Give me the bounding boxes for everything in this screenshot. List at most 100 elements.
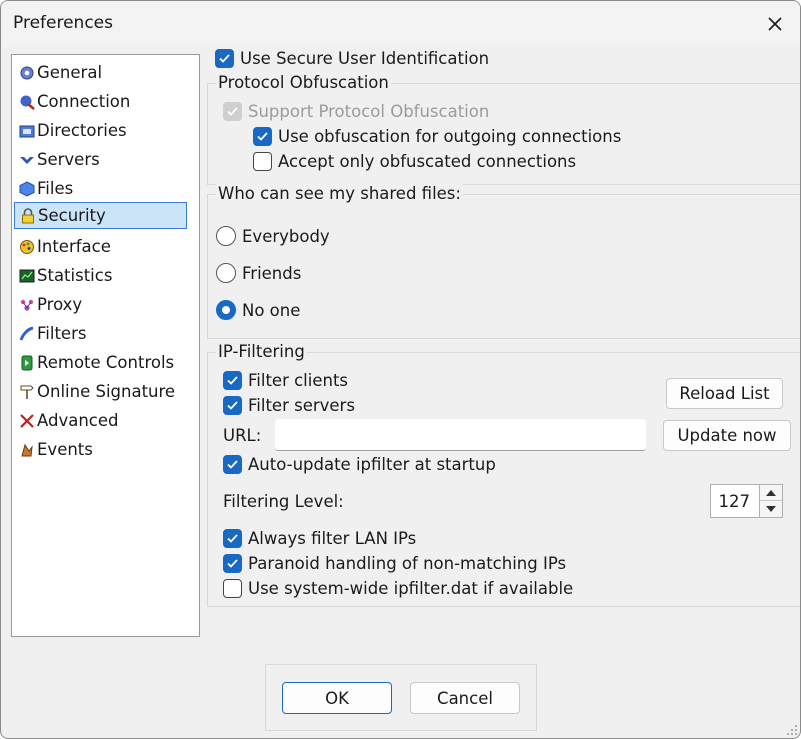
url-label: URL: <box>223 426 262 445</box>
checkbox-unchecked <box>253 152 272 171</box>
nav-label: Events <box>37 440 93 459</box>
nav-item-online-signature[interactable]: Online Signature <box>14 378 187 405</box>
signpost-icon <box>18 383 35 400</box>
connection-icon <box>18 93 35 110</box>
nav-label: Filters <box>37 324 87 343</box>
protocol-obfuscation-title: Protocol Obfuscation <box>216 73 391 92</box>
nav-item-directories[interactable]: Directories <box>14 117 187 144</box>
server-icon <box>18 151 35 168</box>
nav-item-interface[interactable]: Interface <box>14 233 187 260</box>
url-input[interactable] <box>275 419 646 451</box>
spin-down-button[interactable] <box>760 501 782 517</box>
radio-friends[interactable]: Friends <box>216 263 301 283</box>
system-wide-label: Use system-wide ipfilter.dat if availabl… <box>248 579 574 598</box>
nav-label: Proxy <box>37 295 83 314</box>
checkbox-checked <box>223 396 242 415</box>
chart-monitor-icon <box>18 267 35 284</box>
filtering-level-input[interactable]: 127 <box>710 484 760 518</box>
checkbox-checked-disabled <box>223 102 242 121</box>
radio-everybody[interactable]: Everybody <box>216 226 330 246</box>
radio-no-one[interactable]: No one <box>216 300 300 320</box>
window-title: Preferences <box>13 13 113 33</box>
nav-label: Statistics <box>37 266 113 285</box>
system-wide-checkbox[interactable]: Use system-wide ipfilter.dat if availabl… <box>223 579 573 598</box>
filter-lan-label: Always filter LAN IPs <box>248 529 417 548</box>
resize-grip-icon[interactable] <box>786 724 798 736</box>
radio-unselected <box>216 226 236 246</box>
cross-tools-icon <box>18 412 35 429</box>
support-obfuscation-checkbox[interactable]: Support Protocol Obfuscation <box>223 102 489 121</box>
filtering-level-label: Filtering Level: <box>223 492 344 511</box>
support-obfuscation-label: Support Protocol Obfuscation <box>248 102 490 121</box>
checkbox-checked <box>223 529 242 548</box>
outgoing-obfuscation-checkbox[interactable]: Use obfuscation for outgoing connections <box>253 127 621 146</box>
gear-icon <box>18 64 35 81</box>
nav-item-files[interactable]: Files <box>14 175 187 202</box>
palette-icon <box>18 238 35 255</box>
folder-icon <box>18 122 35 139</box>
nav-item-events[interactable]: Events <box>14 436 187 463</box>
filter-servers-label: Filter servers <box>248 396 355 415</box>
chevron-up-icon <box>766 489 776 496</box>
secure-user-id-label: Use Secure User Identification <box>240 49 490 68</box>
file-cube-icon <box>18 180 35 197</box>
paranoid-label: Paranoid handling of non-matching IPs <box>248 554 567 573</box>
nav-label: Servers <box>37 150 100 169</box>
nav-item-connection[interactable]: Connection <box>14 88 187 115</box>
checkbox-checked <box>223 455 242 474</box>
proxy-icon <box>18 296 35 313</box>
nav-label: Directories <box>37 121 127 140</box>
radio-label: Everybody <box>242 226 330 246</box>
nav-item-filters[interactable]: Filters <box>14 320 187 347</box>
close-icon <box>768 17 782 31</box>
category-list: General Connection Directories Servers F… <box>11 54 200 637</box>
filter-servers-checkbox[interactable]: Filter servers <box>223 396 355 415</box>
filter-clients-checkbox[interactable]: Filter clients <box>223 371 348 390</box>
nav-label: Connection <box>37 92 131 111</box>
radio-selected <box>216 300 236 320</box>
filter-clients-label: Filter clients <box>248 371 349 390</box>
only-obfuscated-checkbox[interactable]: Accept only obfuscated connections <box>253 152 576 171</box>
ok-button[interactable]: OK <box>282 682 392 714</box>
paranoid-checkbox[interactable]: Paranoid handling of non-matching IPs <box>223 554 566 573</box>
checkbox-checked <box>253 127 272 146</box>
checkbox-checked <box>215 49 234 68</box>
checkbox-unchecked <box>223 579 242 598</box>
close-button[interactable] <box>758 7 792 41</box>
nav-label: Remote Controls <box>37 353 175 372</box>
nav-label: Online Signature <box>37 382 176 401</box>
nav-item-proxy[interactable]: Proxy <box>14 291 187 318</box>
nav-label: Advanced <box>37 411 119 430</box>
filtering-level-spinner <box>759 484 783 518</box>
chevron-down-icon <box>766 506 776 512</box>
filter-lan-checkbox[interactable]: Always filter LAN IPs <box>223 529 416 548</box>
remote-icon <box>18 354 35 371</box>
title-bar: Preferences <box>1 1 800 47</box>
events-icon <box>18 441 35 458</box>
nav-label: Interface <box>37 237 111 256</box>
lock-icon <box>19 207 36 224</box>
cancel-button[interactable]: Cancel <box>410 682 520 714</box>
spin-up-button[interactable] <box>760 485 782 501</box>
checkbox-checked <box>223 554 242 573</box>
nav-item-servers[interactable]: Servers <box>14 146 187 173</box>
reload-list-button[interactable]: Reload List <box>666 378 783 409</box>
nav-item-statistics[interactable]: Statistics <box>14 262 187 289</box>
ip-filtering-title: IP-Filtering <box>216 342 307 361</box>
checkbox-checked <box>223 371 242 390</box>
update-now-button[interactable]: Update now <box>663 420 791 451</box>
nav-item-advanced[interactable]: Advanced <box>14 407 187 434</box>
outgoing-obfuscation-label: Use obfuscation for outgoing connections <box>278 127 622 146</box>
preferences-dialog: Preferences General Connection Directori… <box>0 0 801 739</box>
nav-item-remote-controls[interactable]: Remote Controls <box>14 349 187 376</box>
secure-user-id-checkbox[interactable]: Use Secure User Identification <box>215 49 489 68</box>
radio-label: Friends <box>242 263 302 283</box>
nav-item-general[interactable]: General <box>14 59 187 86</box>
radio-unselected <box>216 263 236 283</box>
auto-update-checkbox[interactable]: Auto-update ipfilter at startup <box>223 455 496 474</box>
nav-label: General <box>37 63 103 82</box>
radio-label: No one <box>242 300 301 320</box>
filter-icon <box>18 325 35 342</box>
nav-item-security[interactable]: Security <box>14 202 187 229</box>
nav-label: Files <box>37 179 74 198</box>
